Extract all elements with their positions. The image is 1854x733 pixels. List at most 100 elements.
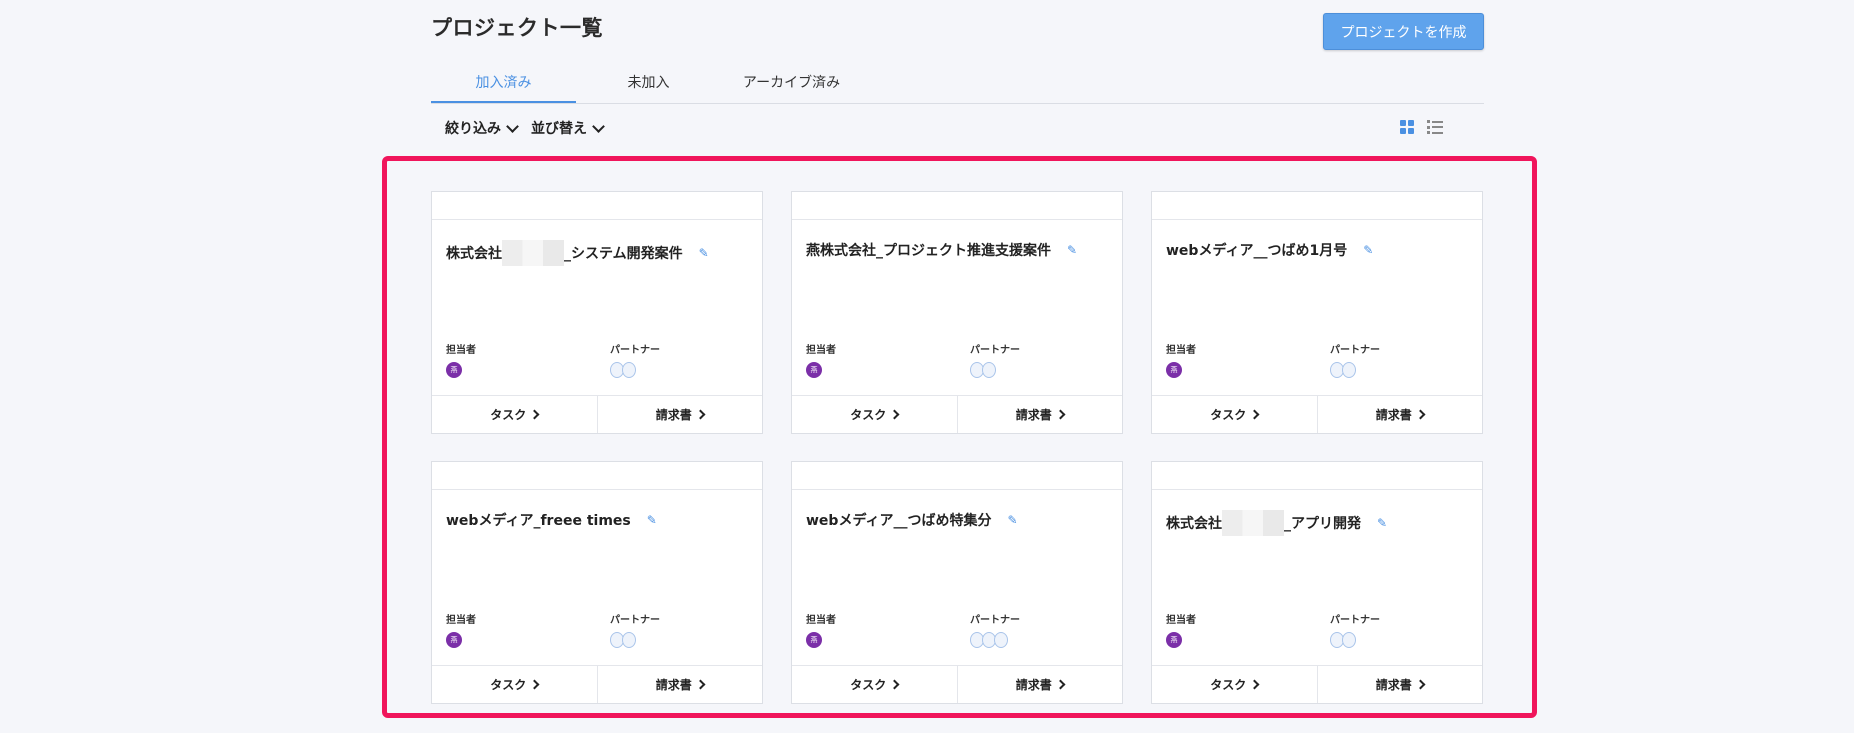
assignee-label: 担当者 [806, 345, 836, 356]
project-name[interactable]: 株式会社 _システム開発案件 ✎ [446, 240, 709, 266]
partner-avatars [610, 362, 636, 378]
partner-label: パートナー [1330, 345, 1380, 356]
project-card[interactable]: webメディア__つばめ特集分 ✎ 担当者 パートナー 燕 タスク 請求書 [791, 461, 1123, 704]
project-name[interactable]: webメディア__つばめ1月号 ✎ [1166, 240, 1373, 260]
chevron-right-icon [889, 679, 900, 690]
card-header [1152, 462, 1482, 490]
task-button[interactable]: タスク [432, 396, 597, 433]
task-label: タスク [1210, 678, 1247, 692]
card-header [792, 192, 1122, 220]
assignee-avatar[interactable]: 燕 [1166, 632, 1182, 648]
assignee-avatar[interactable]: 燕 [446, 362, 462, 378]
card-footer: タスク 請求書 [432, 395, 762, 433]
filter-dropdown[interactable]: 絞り込み [445, 118, 519, 138]
assignee-avatar[interactable]: 燕 [806, 362, 822, 378]
chevron-right-icon [1055, 409, 1066, 420]
invoice-button[interactable]: 請求書 [596, 396, 763, 433]
project-card[interactable]: 燕株式会社_プロジェクト推進支援案件 ✎ 担当者 パートナー 燕 タスク 請求書 [791, 191, 1123, 434]
project-card[interactable]: 株式会社 _システム開発案件 ✎ 担当者 パートナー 燕 タスク 請求書 [431, 191, 763, 434]
list-view-icon[interactable] [1427, 120, 1443, 134]
project-name[interactable]: webメディア_freee times ✎ [446, 510, 657, 530]
create-project-button[interactable]: プロジェクトを作成 [1323, 13, 1484, 50]
invoice-button[interactable]: 請求書 [956, 666, 1123, 703]
chevron-right-icon [695, 679, 706, 690]
assignee-label: 担当者 [1166, 345, 1196, 356]
card-footer: タスク 請求書 [432, 665, 762, 703]
sort-dropdown[interactable]: 並び替え [531, 118, 605, 138]
task-button[interactable]: タスク [432, 666, 597, 703]
project-name[interactable]: 株式会社 _アプリ開発 ✎ [1166, 510, 1387, 536]
assignee-label: 担当者 [1166, 615, 1196, 626]
project-card[interactable]: webメディア__つばめ1月号 ✎ 担当者 パートナー 燕 タスク 請求書 [1151, 191, 1483, 434]
task-label: タスク [1210, 408, 1247, 422]
sort-label: 並び替え [531, 121, 587, 137]
project-card[interactable]: 株式会社 _アプリ開発 ✎ 担当者 パートナー 燕 タスク 請求書 [1151, 461, 1483, 704]
assignee-label: 担当者 [446, 345, 476, 356]
chevron-right-icon [1249, 409, 1260, 420]
invoice-button[interactable]: 請求書 [1316, 396, 1483, 433]
project-name[interactable]: 燕株式会社_プロジェクト推進支援案件 ✎ [806, 240, 1077, 260]
pencil-icon[interactable]: ✎ [1007, 513, 1017, 527]
chevron-down-icon [506, 119, 519, 133]
card-footer: タスク 請求書 [792, 665, 1122, 703]
invoice-button[interactable]: 請求書 [956, 396, 1123, 433]
task-button[interactable]: タスク [792, 396, 957, 433]
partner-avatar[interactable] [622, 632, 636, 648]
project-name-suffix: _アプリ開発 [1284, 516, 1361, 532]
assignee-label: 担当者 [446, 615, 476, 626]
task-label: タスク [850, 678, 887, 692]
invoice-button[interactable]: 請求書 [1316, 666, 1483, 703]
tab-joined[interactable]: 加入済み [431, 62, 576, 103]
chevron-right-icon [889, 409, 900, 420]
partner-avatar[interactable] [982, 362, 996, 378]
chevron-down-icon [592, 119, 605, 133]
chevron-right-icon [1249, 679, 1260, 690]
pencil-icon[interactable]: ✎ [647, 513, 657, 527]
task-button[interactable]: タスク [1152, 666, 1317, 703]
chevron-right-icon [529, 409, 540, 420]
tab-bar: 加入済み 未加入 アーカイブ済み [431, 62, 1484, 104]
tab-archived[interactable]: アーカイブ済み [719, 62, 864, 102]
partner-avatar[interactable] [1342, 362, 1356, 378]
invoice-label: 請求書 [1375, 408, 1412, 422]
card-header [792, 462, 1122, 490]
card-header [432, 192, 762, 220]
assignee-avatar[interactable]: 燕 [446, 632, 462, 648]
card-footer: タスク 請求書 [792, 395, 1122, 433]
chevron-right-icon [1415, 409, 1426, 420]
chevron-right-icon [529, 679, 540, 690]
invoice-button[interactable]: 請求書 [596, 666, 763, 703]
task-button[interactable]: タスク [792, 666, 957, 703]
redacted-text [502, 240, 564, 266]
partner-avatars [970, 362, 996, 378]
chevron-right-icon [1055, 679, 1066, 690]
partner-label: パートナー [1330, 615, 1380, 626]
page-title: プロジェクト一覧 [431, 16, 603, 40]
task-button[interactable]: タスク [1152, 396, 1317, 433]
pencil-icon[interactable]: ✎ [699, 246, 709, 260]
tab-not-joined[interactable]: 未加入 [576, 62, 721, 102]
partner-avatars [1330, 362, 1356, 378]
grid-view-icon[interactable] [1400, 120, 1414, 134]
pencil-icon[interactable]: ✎ [1067, 243, 1077, 257]
partner-avatars [610, 632, 636, 648]
project-name-prefix: 株式会社 [1166, 516, 1222, 532]
assignee-avatar[interactable]: 燕 [806, 632, 822, 648]
pencil-icon[interactable]: ✎ [1377, 516, 1387, 530]
project-name-prefix: 燕株式会社_プロジェクト推進支援案件 [806, 243, 1051, 259]
invoice-label: 請求書 [1375, 678, 1412, 692]
project-name-prefix: 株式会社 [446, 246, 502, 262]
project-card[interactable]: webメディア_freee times ✎ 担当者 パートナー 燕 タスク 請求… [431, 461, 763, 704]
partner-avatar[interactable] [994, 632, 1008, 648]
redacted-text [1222, 510, 1284, 536]
partner-avatar[interactable] [1342, 632, 1356, 648]
project-name[interactable]: webメディア__つばめ特集分 ✎ [806, 510, 1018, 530]
assignee-label: 担当者 [806, 615, 836, 626]
pencil-icon[interactable]: ✎ [1363, 243, 1373, 257]
assignee-avatar[interactable]: 燕 [1166, 362, 1182, 378]
card-header [432, 462, 762, 490]
chevron-right-icon [1415, 679, 1426, 690]
partner-label: パートナー [970, 615, 1020, 626]
partner-avatar[interactable] [622, 362, 636, 378]
card-header [1152, 192, 1482, 220]
